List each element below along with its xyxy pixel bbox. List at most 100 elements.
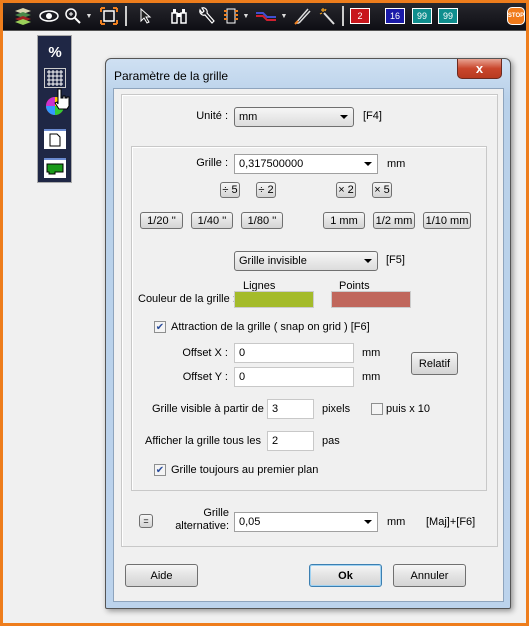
points-color-swatch[interactable] (331, 291, 411, 308)
tool-palette: % (37, 35, 72, 183)
grid-color-label: Couleur de la grille : (138, 293, 236, 305)
display-shortcut: [F5] (386, 254, 405, 266)
badge-label: 2 (357, 11, 363, 21)
chevron-down-icon (364, 162, 372, 166)
ok-button[interactable]: Ok (309, 564, 382, 587)
preset-tenth-mm-button[interactable]: 1/10 mm (423, 212, 471, 229)
zoom-icon[interactable] (63, 6, 83, 26)
alt-grid-unit: mm (387, 516, 406, 528)
checkmark-icon: ✔ (155, 321, 165, 333)
times-10-checkbox[interactable] (371, 403, 383, 415)
alt-grid-label-2: alternative: (175, 520, 229, 532)
stop-label: STOP (507, 13, 525, 19)
preset-1-mm-button[interactable]: 1 mm (323, 212, 365, 229)
visible-from-input[interactable]: 3 (267, 399, 314, 419)
magic-wand-icon[interactable] (317, 6, 337, 26)
equal-button[interactable]: = (139, 514, 153, 528)
toolbar: ▼ ▼ ▼ 2 16 99 99 STOP (0, 0, 529, 31)
percent-button[interactable]: % (44, 42, 66, 62)
times-10-label: puis x 10 (386, 403, 431, 415)
checkmark-icon: ✔ (155, 464, 165, 476)
grid-label: Grille : (196, 157, 228, 169)
grid-size-value: 0,317500000 (239, 158, 304, 170)
binoculars-icon[interactable] (168, 6, 190, 26)
visible-from-label: Grille visible à partir de (152, 403, 264, 415)
hand-cursor-icon (54, 88, 70, 110)
divide-2-button[interactable]: ÷ 2 (256, 182, 276, 198)
visible-from-value: 3 (272, 403, 279, 415)
offset-x-input[interactable]: 0 (234, 343, 354, 363)
chevron-down-icon (340, 115, 348, 119)
badge-label: 99 (442, 11, 453, 21)
unit-shortcut: [F4] (363, 110, 382, 122)
eye-icon[interactable] (38, 6, 60, 26)
preset-1-40-inch-button[interactable]: 1/40 '' (191, 212, 233, 229)
preset-1-80-inch-button[interactable]: 1/80 '' (241, 212, 283, 229)
page-icon[interactable] (44, 129, 66, 149)
percent-label: % (48, 43, 62, 61)
pointer-icon[interactable] (137, 6, 155, 26)
dialog-body: Unité : mm [F4] Grille : 0,317500000 mm … (113, 88, 504, 602)
show-every-label: Afficher la grille tous les (145, 435, 261, 447)
foreground-checkbox[interactable]: ✔ (154, 464, 166, 476)
relative-button[interactable]: Relatif (411, 352, 458, 375)
alt-grid-combo[interactable]: 0,05 (234, 512, 378, 532)
alt-grid-value: 0,05 (239, 516, 261, 528)
toolbar-separator (342, 6, 344, 26)
grid-settings-dialog: Paramètre de la grille x Unité : mm [F4]… (105, 58, 511, 609)
snap-label: Attraction de la grille ( snap on grid )… (171, 321, 370, 333)
dialog-title: Paramètre de la grille (114, 69, 229, 83)
offset-x-unit: mm (362, 347, 381, 359)
grid-unit: mm (387, 158, 406, 170)
unit-select[interactable]: mm (234, 107, 354, 127)
offset-x-value: 0 (239, 347, 246, 359)
badge-99[interactable]: 99 (438, 8, 458, 24)
preset-1-20-inch-button[interactable]: 1/20 '' (140, 212, 183, 229)
multiply-5-button[interactable]: × 5 (372, 182, 392, 198)
divide-5-button[interactable]: ÷ 5 (220, 182, 240, 198)
alt-grid-shortcut: [Maj]+[F6] (426, 516, 476, 528)
grid-display-value: Grille invisible (239, 255, 307, 267)
dropdown-arrow-icon[interactable]: ▼ (242, 6, 250, 26)
offset-y-input[interactable]: 0 (234, 367, 354, 387)
component-icon[interactable] (221, 6, 241, 26)
alt-grid-label-1: Grille (203, 507, 229, 519)
badge-16[interactable]: 16 (385, 8, 405, 24)
dropdown-arrow-icon[interactable]: ▼ (85, 6, 93, 26)
dropdown-arrow-icon[interactable]: ▼ (280, 6, 288, 26)
traces-icon[interactable] (254, 6, 278, 26)
multiply-2-button[interactable]: × 2 (336, 182, 356, 198)
stop-icon[interactable]: STOP (507, 7, 525, 25)
preset-half-mm-button[interactable]: 1/2 mm (373, 212, 415, 229)
snap-checkbox[interactable]: ✔ (154, 321, 166, 333)
grid-size-combo[interactable]: 0,317500000 (234, 154, 378, 174)
fit-view-icon[interactable] (98, 6, 120, 26)
close-icon: x (475, 61, 484, 76)
visible-from-unit: pixels (322, 403, 351, 415)
badge-99[interactable]: 99 (412, 8, 432, 24)
grid-display-select[interactable]: Grille invisible (234, 251, 378, 271)
badge-2[interactable]: 2 (350, 8, 370, 24)
toolbar-separator (125, 6, 127, 26)
close-button[interactable]: x (457, 59, 502, 79)
offset-x-label: Offset X : (182, 347, 228, 359)
offset-y-value: 0 (239, 371, 246, 383)
show-every-input[interactable]: 2 (267, 431, 314, 451)
board-icon[interactable] (44, 158, 66, 178)
offset-y-label: Offset Y : (182, 371, 228, 383)
cancel-button[interactable]: Annuler (393, 564, 466, 587)
chevron-down-icon (364, 520, 372, 524)
offset-y-unit: mm (362, 371, 381, 383)
unit-value: mm (239, 111, 258, 123)
grid-icon[interactable] (44, 68, 66, 88)
help-button[interactable]: Aide (125, 564, 198, 587)
show-every-value: 2 (272, 435, 279, 447)
lines-color-swatch[interactable] (234, 291, 314, 308)
wrench-icon[interactable] (195, 6, 217, 26)
badge-label: 99 (416, 11, 427, 21)
layers-icon[interactable] (12, 6, 34, 26)
show-every-unit: pas (322, 435, 340, 447)
unit-label: Unité : (196, 110, 228, 122)
pen-icon[interactable] (292, 6, 312, 26)
badge-label: 16 (389, 11, 400, 21)
